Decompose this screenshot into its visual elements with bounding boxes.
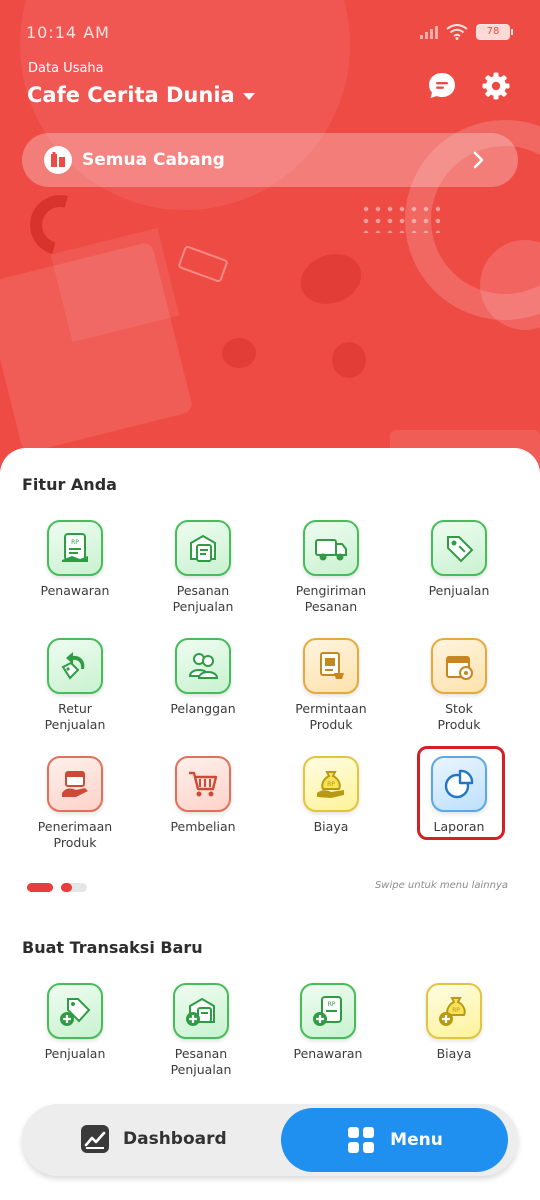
feature-permintaan-produk[interactable]: Permintaan Produk bbox=[271, 638, 391, 733]
transaction-label: Pesanan Penjualan bbox=[170, 1046, 232, 1077]
chevron-right-icon bbox=[473, 151, 484, 169]
branch-selector[interactable]: Semua Cabang bbox=[22, 133, 518, 187]
feature-stok-produk[interactable]: Stok Produk bbox=[399, 638, 519, 733]
new-penawaran[interactable]: RP Penawaran bbox=[268, 983, 388, 1062]
status-bar: 10:14 AM 78 bbox=[0, 0, 540, 64]
decor-coin bbox=[332, 342, 366, 378]
feature-label: Pesanan Penjualan bbox=[172, 583, 234, 614]
new-biaya[interactable]: RP Biaya bbox=[394, 983, 514, 1062]
svg-text:RP: RP bbox=[328, 1001, 336, 1008]
decor-coin bbox=[222, 338, 256, 368]
branch-icon bbox=[44, 146, 72, 174]
dashboard-chart-icon bbox=[81, 1125, 109, 1153]
wifi-icon bbox=[446, 24, 468, 40]
transaction-label: Penjualan bbox=[44, 1046, 106, 1061]
feature-label: Permintaan Produk bbox=[295, 701, 367, 732]
price-tag-icon bbox=[431, 520, 487, 576]
feature-label: Penjualan bbox=[428, 583, 490, 598]
delivery-truck-icon bbox=[303, 520, 359, 576]
page-dot bbox=[61, 883, 87, 892]
customers-icon bbox=[175, 638, 231, 694]
add-expense-icon: RP bbox=[426, 983, 482, 1039]
nav-dashboard-label: Dashboard bbox=[123, 1129, 227, 1149]
business-selector[interactable]: Cafe Cerita Dunia bbox=[27, 83, 255, 107]
page-indicator bbox=[27, 883, 87, 892]
feature-pelanggan[interactable]: Pelanggan bbox=[143, 638, 263, 717]
feature-biaya[interactable]: RP Biaya bbox=[271, 756, 391, 835]
header-banner: 10:14 AM 78 Data Usaha Cafe Cerita Dunia bbox=[0, 0, 540, 480]
feature-label: Penerimaan Produk bbox=[37, 819, 113, 850]
feature-label: Pengiriman Pesanan bbox=[295, 583, 367, 614]
feature-pembelian[interactable]: Pembelian bbox=[143, 756, 263, 835]
business-name: Cafe Cerita Dunia bbox=[27, 83, 235, 107]
feature-pesanan-penjualan[interactable]: Pesanan Penjualan bbox=[143, 520, 263, 615]
feature-label: Pelanggan bbox=[170, 701, 236, 716]
feature-pengiriman-pesanan[interactable]: Pengiriman Pesanan bbox=[271, 520, 391, 615]
laporan-highlight-box bbox=[417, 746, 505, 840]
transaction-label: Biaya bbox=[436, 1046, 472, 1061]
branch-label: Semua Cabang bbox=[82, 150, 225, 170]
chat-icon bbox=[429, 73, 455, 98]
features-title: Fitur Anda bbox=[22, 475, 117, 494]
nav-menu-label: Menu bbox=[390, 1130, 443, 1150]
feature-label: Pembelian bbox=[170, 819, 236, 834]
svg-text:RP: RP bbox=[452, 1007, 460, 1014]
new-transaction-title: Buat Transaksi Baru bbox=[22, 938, 203, 957]
decor-card bbox=[177, 244, 229, 284]
new-penjualan[interactable]: Penjualan bbox=[15, 983, 135, 1062]
bottom-navigation: Dashboard Menu bbox=[22, 1104, 518, 1176]
menu-grid-icon bbox=[348, 1127, 375, 1153]
feature-penjualan[interactable]: Penjualan bbox=[399, 520, 519, 599]
return-tag-icon bbox=[47, 638, 103, 694]
new-pesanan-penjualan[interactable]: Pesanan Penjualan bbox=[141, 983, 261, 1078]
feature-retur-penjualan[interactable]: Retur Penjualan bbox=[15, 638, 135, 733]
feature-label: Biaya bbox=[313, 819, 349, 834]
quotation-icon: RP bbox=[47, 520, 103, 576]
battery-icon: 78 bbox=[476, 24, 513, 40]
nav-dashboard[interactable]: Dashboard bbox=[80, 1124, 227, 1154]
add-sales-order-icon bbox=[173, 983, 229, 1039]
receive-box-icon bbox=[47, 756, 103, 812]
swipe-hint: Swipe untuk menu lainnya bbox=[374, 880, 508, 891]
feature-penerimaan-produk[interactable]: Penerimaan Produk bbox=[15, 756, 135, 851]
status-time: 10:14 AM bbox=[26, 23, 110, 42]
feature-label: Penawaran bbox=[40, 583, 110, 598]
decor-coin bbox=[293, 245, 369, 313]
money-bag-icon: RP bbox=[303, 756, 359, 812]
page-dot-active bbox=[27, 883, 53, 892]
feature-label: Retur Penjualan bbox=[44, 701, 106, 732]
caret-down-icon bbox=[242, 92, 255, 100]
signal-icon bbox=[420, 25, 438, 39]
add-quotation-icon: RP bbox=[300, 983, 356, 1039]
shopping-cart-icon bbox=[175, 756, 231, 812]
product-request-icon bbox=[303, 638, 359, 694]
gear-icon bbox=[482, 72, 510, 100]
svg-text:RP: RP bbox=[71, 539, 79, 546]
business-subtitle: Data Usaha bbox=[28, 61, 104, 76]
svg-text:RP: RP bbox=[327, 781, 335, 788]
sales-order-icon bbox=[175, 520, 231, 576]
transaction-label: Penawaran bbox=[293, 1046, 363, 1061]
menu-sheet: Fitur Anda RP Penawaran Pesanan Penjualan… bbox=[0, 448, 540, 1200]
chat-button[interactable] bbox=[426, 70, 458, 102]
nav-menu[interactable]: Menu bbox=[281, 1108, 508, 1172]
settings-button[interactable] bbox=[480, 70, 512, 102]
add-sale-icon bbox=[47, 983, 103, 1039]
stock-box-icon bbox=[431, 638, 487, 694]
decor-dots bbox=[360, 203, 440, 233]
feature-label: Stok Produk bbox=[437, 701, 481, 732]
feature-penawaran[interactable]: RP Penawaran bbox=[15, 520, 135, 599]
